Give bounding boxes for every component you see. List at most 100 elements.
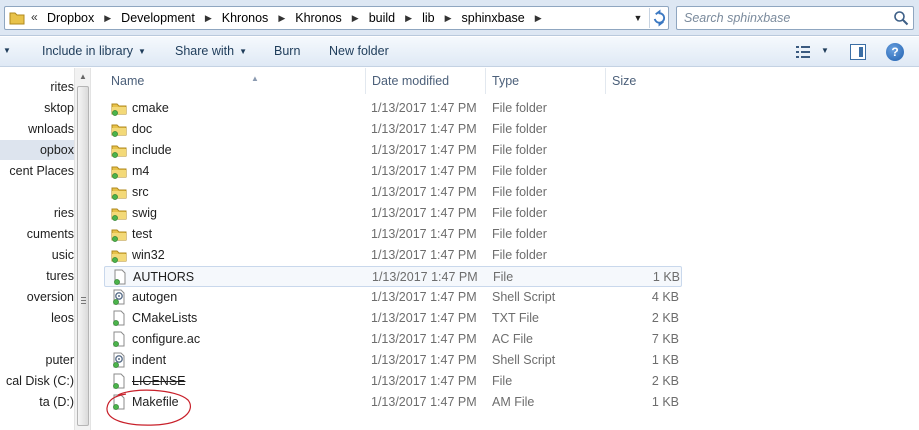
file-name: LICENSE <box>132 374 186 388</box>
view-options-caret-icon[interactable]: ▼ <box>821 46 829 55</box>
nav-item[interactable]: oversion <box>0 287 74 307</box>
file-date-modified: 1/13/2017 1:47 PM <box>371 164 477 178</box>
column-header-name[interactable]: ▲ Name <box>111 68 366 94</box>
file-date-modified: 1/13/2017 1:47 PM <box>371 227 477 241</box>
breadcrumb-separator-icon[interactable]: ▶ <box>278 13 285 24</box>
file-date-modified: 1/13/2017 1:47 PM <box>371 290 477 304</box>
address-row: « Dropbox ▶ Development ▶ Khronos ▶ Khronos… <box>0 0 919 36</box>
file-row[interactable]: indent 1/13/2017 1:47 PM Shell Script 1 KB <box>104 350 682 371</box>
address-overflow-chevron[interactable]: « <box>31 10 38 24</box>
nav-item[interactable]: cal Disk (C:) <box>0 371 74 391</box>
file-row[interactable]: src 1/13/2017 1:47 PM File folder <box>104 182 682 203</box>
preview-pane-icon[interactable] <box>850 44 866 60</box>
column-header-name-label: Name <box>111 74 145 88</box>
nav-item-label: usic <box>51 248 74 262</box>
breadcrumb-separator-icon[interactable]: ▶ <box>445 13 452 24</box>
column-header-size[interactable]: Size <box>612 68 682 94</box>
file-row[interactable]: test 1/13/2017 1:47 PM File folder <box>104 224 682 245</box>
nav-item[interactable]: cuments <box>0 224 74 244</box>
burn-button[interactable]: Burn <box>274 44 300 58</box>
file-row[interactable]: m4 1/13/2017 1:47 PM File folder <box>104 161 682 182</box>
nav-item-label: rites <box>50 80 74 94</box>
file-row[interactable]: AUTHORS 1/13/2017 1:47 PM File 1 KB <box>104 266 682 287</box>
file-date-modified: 1/13/2017 1:47 PM <box>372 270 478 284</box>
file-size: 7 KB <box>651 332 679 346</box>
file-row[interactable]: include 1/13/2017 1:47 PM File folder <box>104 140 682 161</box>
scroll-up-arrow-icon[interactable]: ▲ <box>79 72 87 81</box>
breadcrumb-item[interactable]: lib <box>422 11 435 25</box>
breadcrumb-separator-icon[interactable]: ▶ <box>205 13 212 24</box>
breadcrumb-separator-icon[interactable]: ▶ <box>405 13 412 24</box>
nav-item-label: cuments <box>26 227 74 241</box>
nav-item-label: oversion <box>26 290 74 304</box>
breadcrumb-separator-icon[interactable]: ▶ <box>535 13 542 24</box>
nav-item[interactable]: ries <box>0 203 74 223</box>
file-row[interactable]: win32 1/13/2017 1:47 PM File folder <box>104 245 682 266</box>
file-name: swig <box>132 206 158 220</box>
breadcrumb-item[interactable]: sphinxbase <box>462 11 525 25</box>
breadcrumb-item[interactable]: build <box>369 11 395 25</box>
new-folder-button[interactable]: New folder <box>329 44 389 58</box>
grip-icon <box>81 297 86 304</box>
file-row[interactable]: CMakeLists 1/13/2017 1:47 PM TXT File 2 KB <box>104 308 682 329</box>
file-date-modified: 1/13/2017 1:47 PM <box>371 311 477 325</box>
column-header-date-label: Date modified <box>372 74 450 88</box>
nav-item[interactable]: cent Places <box>0 161 74 181</box>
folder-icon <box>111 121 127 137</box>
file-type: Shell Script <box>492 290 556 304</box>
search-icon[interactable] <box>893 10 909 26</box>
breadcrumb-item[interactable]: Development <box>121 11 195 25</box>
folder-icon <box>111 184 127 200</box>
nav-item[interactable]: rites <box>0 77 74 97</box>
view-options-icon[interactable] <box>796 46 810 58</box>
file-row[interactable]: swig 1/13/2017 1:47 PM File folder <box>104 203 682 224</box>
file-type: Shell Script <box>492 353 556 367</box>
share-with-button[interactable]: Share with ▼ <box>175 44 247 58</box>
folder-icon <box>111 226 127 242</box>
include-in-library-label: Include in library <box>42 44 134 58</box>
breadcrumb-separator-icon[interactable]: ▶ <box>104 13 111 24</box>
breadcrumb: Dropbox ▶ Development ▶ Khronos ▶ Khronos ▶ … <box>47 11 552 25</box>
nav-item[interactable]: puter <box>0 350 75 370</box>
help-icon[interactable]: ? <box>886 43 904 61</box>
breadcrumb-item[interactable]: Dropbox <box>47 11 94 25</box>
address-bar[interactable]: « Dropbox ▶ Development ▶ Khronos ▶ Khronos… <box>4 6 669 30</box>
search-box[interactable]: Search sphinxbase <box>676 6 914 30</box>
nav-scrollbar[interactable]: ▲ <box>74 68 91 430</box>
column-header-date[interactable]: Date modified <box>372 68 486 94</box>
command-bar: ▼ Include in library ▼ Share with ▼ Burn N… <box>0 37 919 67</box>
nav-item-label: ries <box>53 206 74 220</box>
file-row[interactable]: cmake 1/13/2017 1:47 PM File folder <box>104 98 682 119</box>
organize-caret-icon[interactable]: ▼ <box>3 46 11 55</box>
nav-item[interactable]: tures <box>0 266 74 286</box>
nav-item[interactable]: leos <box>0 308 74 328</box>
include-in-library-button[interactable]: Include in library ▼ <box>42 44 146 58</box>
breadcrumb-item[interactable]: Khronos <box>295 11 342 25</box>
file-row[interactable]: autogen 1/13/2017 1:47 PM Shell Script 4 KB <box>104 287 682 308</box>
file-type: AC File <box>492 332 533 346</box>
folder-icon <box>111 142 127 158</box>
file-name: CMakeLists <box>132 311 198 325</box>
file-icon <box>111 310 127 326</box>
file-row[interactable]: doc 1/13/2017 1:47 PM File folder <box>104 119 682 140</box>
nav-item[interactable]: sktop <box>0 98 74 118</box>
address-history-dropdown-icon[interactable]: ▼ <box>631 10 645 26</box>
annotation-circle-icon <box>106 389 191 426</box>
folder-icon <box>9 12 25 25</box>
nav-item[interactable]: wnloads <box>0 119 74 139</box>
file-row[interactable]: configure.ac 1/13/2017 1:47 PM AC File 7 KB <box>104 329 682 350</box>
file-type: File folder <box>492 185 547 199</box>
scrollbar-thumb[interactable] <box>77 86 89 426</box>
nav-item-label: cent Places <box>9 164 74 178</box>
file-type: File folder <box>492 143 547 157</box>
file-icon <box>111 331 127 347</box>
file-date-modified: 1/13/2017 1:47 PM <box>371 332 477 346</box>
nav-item-selected[interactable]: opbox <box>0 140 74 160</box>
nav-item[interactable]: usic <box>0 245 74 265</box>
breadcrumb-item[interactable]: Khronos <box>222 11 269 25</box>
nav-item[interactable]: ta (D:) <box>0 392 74 412</box>
refresh-icon[interactable] <box>649 8 669 28</box>
breadcrumb-separator-icon[interactable]: ▶ <box>352 13 359 24</box>
column-header-type[interactable]: Type <box>492 68 606 94</box>
nav-item-label: wnloads <box>28 122 74 136</box>
